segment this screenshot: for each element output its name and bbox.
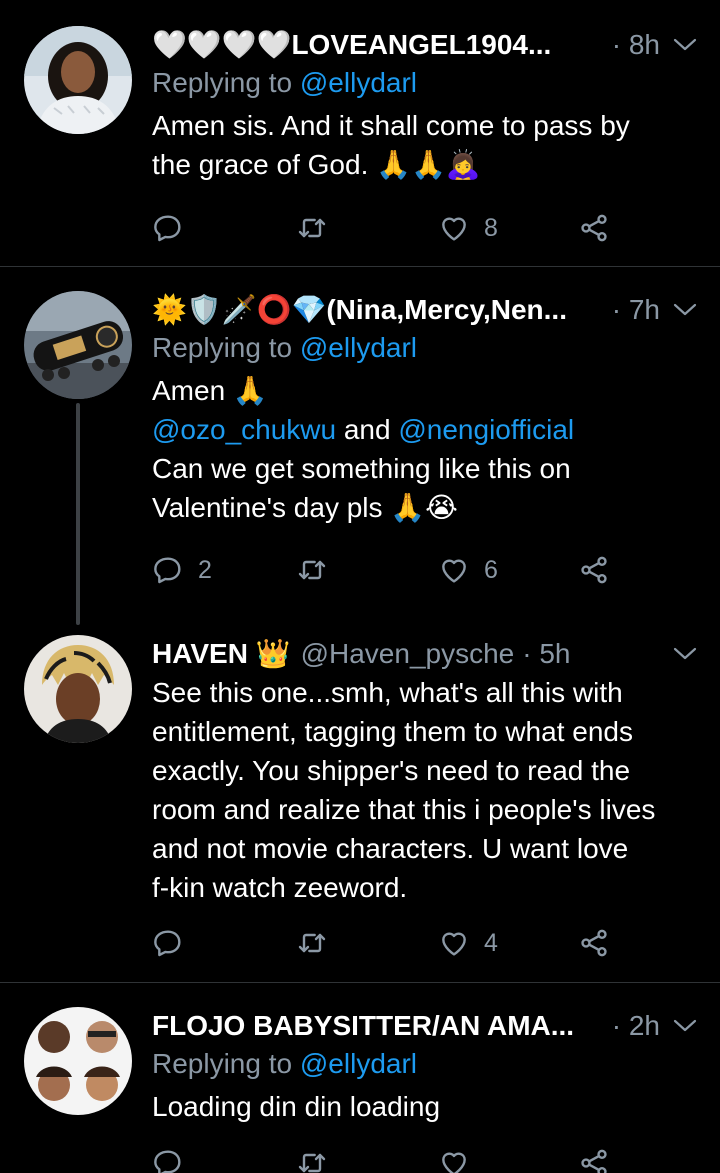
tweet-actions: 8 (152, 208, 632, 248)
heart-icon (438, 1147, 470, 1173)
reply-button[interactable] (152, 923, 198, 963)
timestamp[interactable]: · 5h (522, 635, 570, 673)
tweet-header: HAVEN 👑 @Haven_pysche · 5h (152, 635, 698, 673)
tweet-text: Amen 🙏 @ozo_chukwu and @nengiofficial Ca… (152, 371, 698, 527)
retweet-button[interactable] (296, 208, 328, 248)
retweet-button[interactable] (296, 923, 328, 963)
avatar[interactable] (24, 1007, 132, 1115)
like-count: 8 (484, 213, 498, 242)
like-button[interactable] (438, 1143, 470, 1173)
like-button[interactable]: 4 (438, 923, 498, 963)
mention-link[interactable]: @ozo_chukwu (152, 414, 336, 445)
display-name[interactable]: 🤍🤍🤍🤍LOVEANGEL1904... (152, 26, 551, 64)
tweet-text-line: Amen 🙏 (152, 375, 268, 406)
retweet-icon (296, 212, 328, 244)
tweet-text-line: Can we get something like this on (152, 453, 571, 484)
tweet-header: 🌞🛡️🗡️⭕💎(Nina,Mercy,Nen... · 7h (152, 291, 698, 329)
share-button[interactable] (578, 208, 610, 248)
tweet-header: FLOJO BABYSITTER/AN AMA... · 2h (152, 1007, 698, 1045)
retweet-icon (296, 927, 328, 959)
tweet-text-line: and not movie characters. U want love (152, 833, 629, 864)
share-icon (578, 927, 610, 959)
tweet-text-line: Valentine's day pls 🙏😭 (152, 492, 458, 523)
tweet-text-line: See this one...smh, what's all this with (152, 677, 623, 708)
timestamp[interactable]: · 2h (612, 1007, 660, 1045)
tweet-text-line: room and realize that this i people's li… (152, 794, 656, 825)
retweet-icon (296, 1147, 328, 1173)
connector-text: and (336, 414, 399, 445)
share-button[interactable] (578, 550, 610, 590)
like-count: 4 (484, 928, 498, 957)
reply-icon (152, 927, 184, 959)
retweet-button[interactable] (296, 550, 328, 590)
heart-icon (438, 554, 470, 586)
tweet-text: Loading din din loading (152, 1087, 698, 1126)
share-icon (578, 554, 610, 586)
chevron-down-icon[interactable] (672, 1018, 698, 1034)
display-name[interactable]: FLOJO BABYSITTER/AN AMA... (152, 1007, 574, 1045)
reply-icon (152, 212, 184, 244)
display-name[interactable]: 🌞🛡️🗡️⭕💎(Nina,Mercy,Nen... (152, 291, 567, 329)
tweet-text-line: entitlement, tagging them to what ends (152, 716, 633, 747)
tweet-actions (152, 1143, 632, 1173)
tweet-feed: 🤍🤍🤍🤍LOVEANGEL1904... · 8h Replying to @e… (0, 0, 720, 1173)
display-name[interactable]: HAVEN 👑 (152, 635, 291, 673)
reply-button[interactable]: 2 (152, 550, 212, 590)
share-icon (578, 1147, 610, 1173)
tweet-text-line: f-kin watch zeeword. (152, 872, 408, 903)
like-count: 6 (484, 555, 498, 584)
replying-to: Replying to @ellydarl (152, 329, 698, 367)
replying-to-label: Replying to (152, 1048, 300, 1079)
timestamp[interactable]: · 8h (612, 26, 660, 64)
heart-icon (438, 927, 470, 959)
tweet[interactable]: FLOJO BABYSITTER/AN AMA... · 2h Replying… (0, 983, 720, 1173)
tweet[interactable]: HAVEN 👑 @Haven_pysche · 5h See this one.… (0, 627, 720, 982)
thread-connector (76, 403, 80, 625)
tweet-header: 🤍🤍🤍🤍LOVEANGEL1904... · 8h (152, 26, 698, 64)
timestamp[interactable]: · 7h (612, 291, 660, 329)
reply-icon (152, 1147, 184, 1173)
share-button[interactable] (578, 1143, 610, 1173)
mention-link[interactable]: @ellydarl (300, 1048, 417, 1079)
tweet[interactable]: 🤍🤍🤍🤍LOVEANGEL1904... · 8h Replying to @e… (0, 0, 720, 266)
like-button[interactable]: 8 (438, 208, 498, 248)
share-icon (578, 212, 610, 244)
mention-link[interactable]: @ellydarl (300, 332, 417, 363)
avatar[interactable] (24, 26, 132, 134)
tweet-text: Amen sis. And it shall come to pass by t… (152, 106, 698, 184)
reply-count: 2 (198, 555, 212, 584)
reply-icon (152, 554, 184, 586)
mention-link[interactable]: @ellydarl (300, 67, 417, 98)
chevron-down-icon[interactable] (672, 302, 698, 318)
replying-to: Replying to @ellydarl (152, 1045, 698, 1083)
tweet-text-line: exactly. You shipper's need to read the (152, 755, 631, 786)
retweet-icon (296, 554, 328, 586)
replying-to: Replying to @ellydarl (152, 64, 698, 102)
tweet-text-line: Amen sis. And it shall come to pass by (152, 110, 630, 141)
replying-to-label: Replying to (152, 67, 300, 98)
tweet-text-line: @ozo_chukwu and @nengiofficial (152, 410, 698, 449)
share-button[interactable] (578, 923, 610, 963)
username[interactable]: @Haven_pysche (301, 635, 515, 673)
tweet-actions: 2 6 (152, 550, 632, 590)
tweet[interactable]: 🌞🛡️🗡️⭕💎(Nina,Mercy,Nen... · 7h Replying … (0, 267, 720, 627)
avatar[interactable] (24, 635, 132, 743)
chevron-down-icon[interactable] (672, 646, 698, 662)
tweet-text-line: Loading din din loading (152, 1091, 441, 1122)
tweet-actions: 4 (152, 923, 632, 963)
mention-link[interactable]: @nengiofficial (398, 414, 574, 445)
reply-button[interactable] (152, 208, 198, 248)
replying-to-label: Replying to (152, 332, 300, 363)
like-button[interactable]: 6 (438, 550, 498, 590)
heart-icon (438, 212, 470, 244)
tweet-text: See this one...smh, what's all this with… (152, 673, 698, 907)
avatar[interactable] (24, 291, 132, 399)
reply-button[interactable] (152, 1143, 184, 1173)
tweet-text-line: the grace of God. 🙏🙏🙇‍♀️ (152, 149, 481, 180)
retweet-button[interactable] (296, 1143, 328, 1173)
chevron-down-icon[interactable] (672, 37, 698, 53)
